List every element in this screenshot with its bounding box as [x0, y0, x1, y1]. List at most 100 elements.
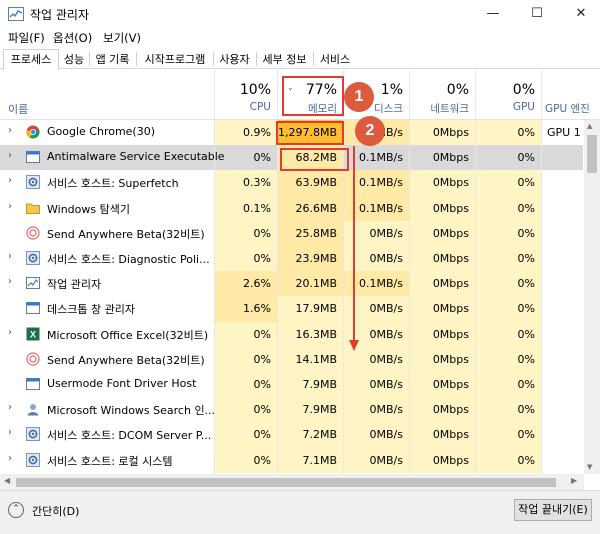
- network-cell: 0Mbps: [409, 321, 475, 347]
- scroll-right-icon[interactable]: ▶: [571, 476, 577, 485]
- cpu-cell: 0%: [215, 397, 277, 423]
- network-cell: 0Mbps: [409, 397, 475, 423]
- gpu-engine-cell: [541, 296, 583, 321]
- vertical-scroll-thumb[interactable]: [587, 135, 597, 173]
- column-network-label[interactable]: 네트워크: [409, 101, 469, 116]
- network-cell: 0Mbps: [409, 271, 475, 297]
- horizontal-scroll-thumb[interactable]: [16, 478, 556, 487]
- expand-chevron-icon[interactable]: ›: [8, 201, 12, 212]
- process-name: Antimalware Service Executable: [47, 150, 225, 164]
- expand-chevron-icon[interactable]: ›: [8, 175, 12, 186]
- maximize-button[interactable]: ☐: [522, 3, 552, 25]
- process-row[interactable]: › 서비스 호스트: Superfetch 0.3% 63.9MB 0.1MB/s 0Mb…: [0, 170, 583, 196]
- process-name: 서비스 호스트: DCOM Server P...: [47, 429, 212, 443]
- memory-cell: 7.2MB: [277, 422, 343, 448]
- window-icon: [26, 301, 40, 315]
- process-row[interactable]: Send Anywhere Beta(32비트) 0% 14.1MB 0MB/s 0Mb…: [0, 346, 583, 372]
- process-row[interactable]: › 서비스 호스트: 로컬 시스템 0% 7.1MB 0MB/s 0Mbps 0%: [0, 447, 583, 473]
- process-row[interactable]: Usermode Font Driver Host 0% 7.9MB 0MB/s 0Mb…: [0, 372, 583, 398]
- gpu-engine-cell: [541, 448, 583, 473]
- scroll-left-icon[interactable]: ◀: [4, 476, 10, 485]
- scroll-up-icon[interactable]: ▲: [587, 122, 592, 130]
- process-row[interactable]: 데스크톱 창 관리자 1.6% 17.9MB 0MB/s 0Mbps 0%: [0, 296, 583, 322]
- gpu-cell: 0%: [475, 246, 541, 272]
- fewer-details-link[interactable]: 간단히(D): [32, 503, 79, 519]
- vertical-scrollbar[interactable]: [584, 120, 600, 474]
- process-name: Windows 탐색기: [47, 202, 130, 216]
- process-row[interactable]: › Microsoft Windows Search 인... 0% 7.9MB 0MB…: [0, 397, 583, 423]
- tab-processes[interactable]: 프로세스: [3, 49, 59, 70]
- network-cell: 0Mbps: [409, 220, 475, 246]
- menu-view[interactable]: 보기(V): [103, 30, 141, 46]
- process-row[interactable]: › X Microsoft Office Excel(32비트) 0% 16.3MB 0M…: [0, 321, 583, 347]
- tab-services[interactable]: 서비스: [314, 49, 356, 69]
- tab-performance[interactable]: 성능: [59, 49, 89, 69]
- memory-cell: 25.8MB: [277, 220, 343, 246]
- task-manager-app-icon: [8, 7, 24, 21]
- gpu-engine-cell: [541, 170, 583, 195]
- expand-chevron-icon[interactable]: ›: [8, 453, 12, 464]
- network-cell: 0Mbps: [409, 372, 475, 398]
- tab-details[interactable]: 세부 정보: [257, 49, 312, 69]
- expand-chevron-icon[interactable]: ›: [8, 125, 12, 136]
- expand-chevron-icon[interactable]: ›: [8, 251, 12, 262]
- annotation-box-memory-header: [282, 76, 344, 116]
- column-gpu-label[interactable]: GPU: [475, 101, 535, 113]
- network-cell: 0Mbps: [432, 151, 469, 165]
- expand-chevron-icon[interactable]: ›: [8, 427, 12, 438]
- tab-startup[interactable]: 시작프로그램: [137, 49, 213, 69]
- end-task-button[interactable]: 작업 끝내기(E): [514, 499, 592, 521]
- gpu-cell: 0%: [475, 170, 541, 196]
- tab-app-history[interactable]: 앱 기록: [90, 49, 135, 69]
- network-cell: 0Mbps: [409, 170, 475, 196]
- expand-chevron-icon[interactable]: ›: [8, 276, 12, 287]
- process-name: 서비스 호스트: Diagnostic Poli...: [47, 253, 210, 266]
- gpu-engine-cell: [541, 397, 583, 422]
- task-manager-icon: [26, 276, 40, 290]
- minimize-button[interactable]: —: [478, 3, 508, 25]
- scroll-down-icon[interactable]: ▼: [587, 463, 592, 471]
- expand-chevron-icon[interactable]: ›: [8, 150, 12, 161]
- column-cpu-label[interactable]: CPU: [215, 101, 271, 113]
- gpu-total-percent: 0%: [512, 82, 535, 98]
- cpu-cell: 0.3%: [215, 170, 277, 196]
- process-row[interactable]: › Windows 탐색기 0.1% 26.6MB 0.1MB/s 0Mbps 0%: [0, 195, 583, 221]
- process-name: Microsoft Office Excel(32비트): [47, 328, 209, 342]
- folder-icon: [26, 201, 40, 215]
- tab-bar: 프로세스 성능 앱 기록 시작프로그램 사용자 세부 정보 서비스: [0, 48, 600, 70]
- process-list: ›Google Chrome(30)0.9%1,297.8MB0.1MB/s0M…: [0, 120, 583, 474]
- cpu-cell: 0%: [215, 372, 277, 398]
- expand-chevron-icon[interactable]: ›: [8, 327, 12, 338]
- memory-cell: 17.9MB: [277, 296, 343, 322]
- process-row[interactable]: › 서비스 호스트: Diagnostic Poli... 0% 23.9MB 0MB/…: [0, 246, 583, 272]
- svg-text:X: X: [30, 329, 36, 339]
- gpu-cell: 0%: [475, 422, 541, 448]
- process-name: Google Chrome(30): [47, 125, 156, 138]
- close-button[interactable]: ✕: [566, 3, 596, 25]
- disk-cell: 0MB/s: [343, 397, 409, 423]
- cpu-cell: 2.6%: [215, 271, 277, 297]
- process-row[interactable]: › 작업 관리자 2.6% 20.1MB 0.1MB/s 0Mbps 0%: [0, 271, 583, 297]
- gpu-cell: 0%: [475, 397, 541, 423]
- gpu-engine-cell: [541, 221, 583, 246]
- process-row[interactable]: Send Anywhere Beta(32비트) 0% 25.8MB 0MB/s 0Mb…: [0, 220, 583, 246]
- menu-options[interactable]: 옵션(O): [53, 30, 92, 46]
- menu-file[interactable]: 파일(F): [8, 30, 45, 46]
- tab-users[interactable]: 사용자: [214, 49, 255, 69]
- network-cell: 0Mbps: [409, 120, 475, 146]
- disk-cell: 0MB/s: [343, 372, 409, 398]
- process-row[interactable]: › 서비스 호스트: DCOM Server P... 0% 7.2MB 0MB/s 0M…: [0, 422, 583, 448]
- gpu-cell: 0%: [475, 220, 541, 246]
- process-name: 서비스 호스트: Superfetch: [47, 177, 179, 191]
- gpu-cell: 0%: [475, 321, 541, 347]
- gpu-engine-cell: [541, 271, 583, 296]
- expand-chevron-icon[interactable]: ›: [8, 402, 12, 413]
- collapse-up-icon[interactable]: ⌃: [8, 502, 24, 518]
- column-gpu-engine-label[interactable]: GPU 엔진: [545, 101, 595, 116]
- process-name: Send Anywhere Beta(32비트): [47, 353, 205, 367]
- gpu-engine-cell: [541, 145, 583, 170]
- cpu-cell: 0%: [215, 321, 277, 347]
- column-name-label[interactable]: 이름: [8, 101, 28, 117]
- memory-cell: 20.1MB: [277, 271, 343, 297]
- process-name: 서비스 호스트: 로컬 시스템: [47, 454, 173, 468]
